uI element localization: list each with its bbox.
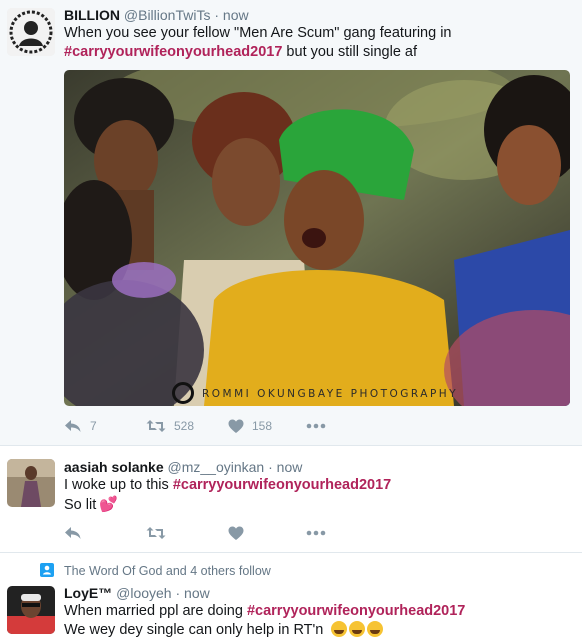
separator: ·: [214, 7, 220, 23]
heart-icon: [228, 419, 244, 433]
reply-button[interactable]: 7: [64, 418, 146, 434]
retweet-icon: [146, 527, 166, 539]
reply-button[interactable]: [64, 525, 146, 541]
tweet[interactable]: BILLION @BillionTwiTs · now When you see…: [0, 0, 582, 446]
display-name[interactable]: aasiah solanke: [64, 459, 164, 475]
timestamp[interactable]: now: [223, 7, 249, 23]
tweet-text: When you see your fellow "Men Are Scum" …: [64, 24, 452, 62]
tweet-photo[interactable]: ROMMI OKUNGBAYE PHOTOGRAPHY: [64, 70, 570, 406]
more-button[interactable]: [306, 423, 326, 429]
more-button[interactable]: [306, 530, 326, 536]
laughing-emoji: [349, 621, 366, 637]
laughing-emoji: [367, 621, 384, 637]
person-icon: [40, 563, 54, 577]
tweet[interactable]: aasiah solanke @mz__oyinkan · now I woke…: [0, 447, 582, 553]
heart-icon: [228, 526, 244, 540]
avatar[interactable]: [7, 459, 55, 507]
tweet-text-line: We wey dey single can only help in RT'n: [64, 622, 324, 638]
retweet-button[interactable]: [146, 525, 228, 541]
avatar[interactable]: [7, 586, 55, 634]
follow-context[interactable]: The Word Of God and 4 others follow: [64, 564, 271, 578]
display-name[interactable]: LoyE™: [64, 585, 112, 601]
retweet-count: 528: [174, 419, 195, 433]
tweet-text: When married ppl are doing #carryyourwif…: [64, 602, 465, 640]
more-icon: [306, 530, 326, 536]
reply-icon: [65, 420, 81, 432]
watermark-logo: [172, 382, 194, 404]
reply-count: 7: [90, 419, 97, 433]
user-handle[interactable]: @mz__oyinkan: [168, 459, 265, 475]
display-name[interactable]: BILLION: [64, 7, 120, 23]
hashtag-link[interactable]: #carryyourwifeonyourhead2017: [247, 603, 465, 619]
timestamp[interactable]: now: [277, 459, 303, 475]
user-handle[interactable]: @BillionTwiTs: [124, 7, 211, 23]
tweet-text-line: So lit: [64, 497, 97, 513]
tweet-text-line: When married ppl are doing: [64, 603, 247, 619]
tweet[interactable]: The Word Of God and 4 others follow LoyE…: [0, 554, 582, 642]
tweet-text-line: When you see your fellow "Men Are Scum" …: [64, 25, 452, 41]
like-button[interactable]: 158: [228, 419, 306, 434]
tweet-text-line: I woke up to this: [64, 477, 173, 493]
timestamp[interactable]: now: [184, 585, 210, 601]
reply-icon: [65, 527, 81, 539]
like-count: 158: [252, 419, 273, 433]
separator: ·: [175, 585, 181, 601]
like-button[interactable]: [228, 526, 306, 541]
hashtag-link[interactable]: #carryyourwifeonyourhead2017: [173, 477, 391, 493]
tweet-text: I woke up to this #carryyourwifeonyourhe…: [64, 476, 391, 515]
more-icon: [306, 423, 326, 429]
retweet-icon: [146, 420, 166, 432]
user-handle[interactable]: @looyeh: [116, 585, 171, 601]
retweet-button[interactable]: 528: [146, 418, 228, 434]
tweet-text-line: but you still single af: [282, 44, 418, 60]
laughing-emoji: [331, 621, 348, 637]
photo-watermark: ROMMI OKUNGBAYE PHOTOGRAPHY: [202, 388, 459, 400]
two-hearts-emoji: 💕: [99, 496, 118, 513]
hashtag-link[interactable]: #carryyourwifeonyourhead2017: [64, 44, 282, 60]
avatar[interactable]: [7, 8, 55, 56]
separator: ·: [268, 459, 273, 475]
